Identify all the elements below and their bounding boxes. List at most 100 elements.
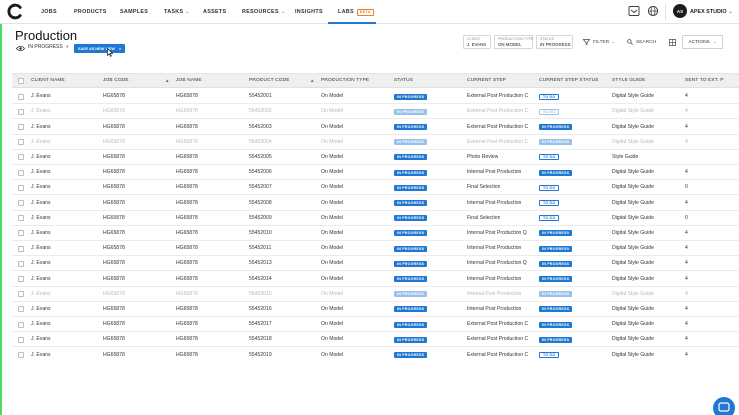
cell-current-step: Internal Post Production Q <box>467 229 527 236</box>
close-icon[interactable]: × <box>119 46 121 51</box>
cell-production-type: On Model <box>321 214 344 221</box>
table-row[interactable]: J. Evans HG65878 HG65878 55452002 On Model IN… <box>12 104 739 120</box>
search-label: SEARCH <box>636 39 656 45</box>
nav-item-tasks[interactable]: TASKS ⌄ <box>164 0 190 24</box>
filter-chip-status[interactable]: STATUS IN PROGRESS <box>536 35 573 49</box>
cell-production-type: On Model <box>321 245 344 252</box>
row-checkbox[interactable] <box>18 291 24 298</box>
cell-product-code: 55452014 <box>249 275 272 282</box>
table-row[interactable]: J. Evans HG65878 HG65878 55452014 On Model IN… <box>12 271 739 287</box>
nav-item-assets[interactable]: ASSETS <box>203 0 226 24</box>
column-header-status[interactable]: STATUS <box>394 74 413 88</box>
grid-view-button[interactable] <box>669 35 679 49</box>
cell-style-guide: Digital Style Guide <box>612 245 654 252</box>
nav-item-insights[interactable]: INSIGHTS <box>295 0 323 24</box>
column-header-sent-to-ext-p[interactable]: SENT TO EXT. P <box>685 74 724 88</box>
column-header-client-name[interactable]: CLIENT NAME <box>31 74 65 88</box>
grid-icon <box>669 38 676 46</box>
table-row[interactable]: J. Evans HG65878 HG65878 55452006 On Model IN… <box>12 165 739 181</box>
cell-client: J. Evans <box>31 305 51 312</box>
cell-production-type: On Model <box>321 351 344 358</box>
actions-button[interactable]: ACTIONS ⌄ <box>682 35 723 49</box>
row-checkbox[interactable] <box>18 93 24 100</box>
row-checkbox[interactable] <box>18 154 24 161</box>
table-row[interactable]: J. Evans HG65878 HG65878 55452009 On Model IN… <box>12 211 739 226</box>
cell-production-type: On Model <box>321 108 344 115</box>
window-edge <box>0 0 2 415</box>
nav-item-labs[interactable]: LABS BETA <box>338 0 374 24</box>
table-row[interactable]: J. Evans HG65878 HG65878 55452011 On Model IN… <box>12 241 739 257</box>
view-selector[interactable]: IN PROGRESS ▾ <box>28 44 68 50</box>
table-row[interactable]: J. Evans HG65878 HG65878 55452017 On Model IN… <box>12 317 739 333</box>
column-header-style-guide[interactable]: STYLE GUIDE <box>612 74 645 88</box>
chat-support-button[interactable] <box>713 397 735 415</box>
nav-item-label: ASSETS <box>203 9 227 15</box>
table-row[interactable]: J. Evans HG65878 HG65878 55452004 On Model IN… <box>12 135 739 150</box>
row-checkbox[interactable] <box>18 306 24 313</box>
nav-item-products[interactable]: PRODUCTS <box>74 0 107 24</box>
table-row[interactable]: J. Evans HG65878 HG65878 55452016 On Model IN… <box>12 302 739 317</box>
cell-production-type: On Model <box>321 290 344 297</box>
table-row[interactable]: J. Evans HG65878 HG65878 55452015 On Model IN… <box>12 287 739 302</box>
cell-sent: 4 <box>685 351 688 358</box>
topbar-divider <box>665 4 666 20</box>
row-checkbox[interactable] <box>18 275 24 282</box>
row-checkbox[interactable] <box>18 169 24 176</box>
cell-client: J. Evans <box>31 336 51 343</box>
filter-chip-production-type[interactable]: PRODUCTION TYPE ON MODEL <box>494 35 533 49</box>
table-row[interactable]: J. Evans HG65878 HG65878 55452005 On Model IN… <box>12 150 739 165</box>
cell-current-step: Final Selection <box>467 214 501 221</box>
step-status-badge: TO DO <box>539 108 560 115</box>
studio-switcher[interactable]: APEX STUDIO ⌄ <box>690 0 733 24</box>
globe-icon[interactable] <box>647 5 659 17</box>
row-checkbox[interactable] <box>18 336 24 343</box>
table-row[interactable]: J. Evans HG65878 HG65878 55452010 On Model IN… <box>12 226 739 241</box>
filter-chip-client[interactable]: CLIENT J. EVANS <box>463 35 491 49</box>
cell-client: J. Evans <box>31 138 51 145</box>
cell-style-guide: Digital Style Guide <box>612 138 654 145</box>
table-row[interactable]: J. Evans HG65878 HG65878 55452008 On Model IN… <box>12 195 739 211</box>
row-checkbox[interactable] <box>18 245 24 252</box>
row-checkbox[interactable] <box>18 351 24 358</box>
row-checkbox[interactable] <box>18 260 24 267</box>
table-row[interactable]: J. Evans HG65878 HG65878 55452001 On Model IN… <box>12 89 739 105</box>
brand-logo-icon[interactable] <box>7 3 24 20</box>
row-checkbox[interactable] <box>18 184 24 191</box>
save-view-button[interactable]: SAVE AS NEW VIEW × <box>74 44 126 53</box>
row-checkbox[interactable] <box>18 108 24 115</box>
row-checkbox[interactable] <box>18 321 24 328</box>
table-row[interactable]: J. Evans HG65878 HG65878 55452018 On Model IN… <box>12 332 739 348</box>
sort-descending-icon[interactable]: ▲ <box>165 74 169 88</box>
step-status-badge: IN PROGRESS <box>539 230 573 237</box>
nav-item-samples[interactable]: SAMPLES <box>120 0 148 24</box>
table-row[interactable]: J. Evans HG65878 HG65878 55452007 On Model IN… <box>12 180 739 196</box>
step-status-badge: TO DO <box>539 154 560 161</box>
row-checkbox[interactable] <box>18 230 24 237</box>
cell-style-guide: Digital Style Guide <box>612 260 654 267</box>
select-all-checkbox[interactable] <box>18 78 24 84</box>
row-checkbox[interactable] <box>18 139 24 146</box>
column-header-current-step-status[interactable]: CURRENT STEP STATUS <box>539 74 599 88</box>
filter-button[interactable]: FILTER ⌄ <box>583 35 615 49</box>
search-button[interactable]: SEARCH <box>627 35 656 49</box>
nav-item-resources[interactable]: RESOURCES ⌄ <box>242 0 285 24</box>
cell-sent: 4 <box>685 229 688 236</box>
inbox-icon[interactable] <box>628 5 640 17</box>
column-header-production-type[interactable]: PRODUCTION TYPE <box>321 74 369 88</box>
table-row[interactable]: J. Evans HG65878 HG65878 55452003 On Model IN… <box>12 119 739 135</box>
column-header-job-code[interactable]: JOB CODE <box>103 74 129 88</box>
nav-item-jobs[interactable]: JOBS <box>41 0 57 24</box>
column-header-product-code[interactable]: PRODUCT CODE <box>249 74 290 88</box>
row-checkbox[interactable] <box>18 123 24 130</box>
cell-product-code: 55452001 <box>249 93 272 100</box>
sort-ascending-icon[interactable]: ▲ <box>310 74 314 88</box>
table-row[interactable]: J. Evans HG65878 HG65878 55452013 On Model IN… <box>12 256 739 272</box>
row-checkbox[interactable] <box>18 215 24 222</box>
table-row[interactable]: J. Evans HG65878 HG65878 55452019 On Model IN… <box>12 347 739 361</box>
column-header-current-step[interactable]: CURRENT STEP <box>467 74 506 88</box>
row-checkbox[interactable] <box>18 199 24 206</box>
step-status-badge: TO DO <box>539 351 560 358</box>
avatar[interactable]: AS <box>673 4 687 18</box>
cell-job-name: HG65878 <box>176 108 198 115</box>
column-header-job-name[interactable]: JOB NAME <box>176 74 202 88</box>
